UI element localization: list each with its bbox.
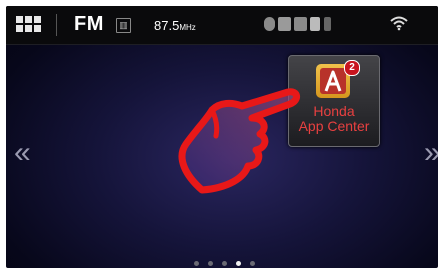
- app-label: Honda App Center: [289, 104, 379, 134]
- status-bar: FM ▥ 87.5MHz: [6, 6, 438, 45]
- honda-app-center-tile[interactable]: 2 Honda App Center: [288, 55, 380, 147]
- phone-icon: [310, 17, 320, 31]
- wifi-icon: [390, 16, 408, 31]
- app-label-line1: Honda: [313, 103, 355, 119]
- frequency-value: 87.5: [154, 18, 180, 33]
- message-icon: [278, 17, 291, 31]
- bluetooth-icon: [324, 17, 331, 31]
- page-dot[interactable]: [194, 261, 199, 266]
- notification-badge: 2: [344, 60, 360, 76]
- home-grid-icon[interactable]: [16, 16, 42, 34]
- frequency-readout: 87.5MHz: [154, 18, 196, 33]
- hd-radio-icon: ▥: [116, 18, 131, 33]
- infotainment-screen: FM ▥ 87.5MHz « » 2 Honda: [6, 6, 438, 268]
- divider: [56, 14, 57, 36]
- previous-page-arrow[interactable]: «: [14, 138, 31, 168]
- page-dot[interactable]: [208, 261, 213, 266]
- page-dot-active[interactable]: [236, 261, 241, 266]
- phone-battery-icon: [264, 17, 275, 31]
- next-page-arrow[interactable]: »: [424, 138, 438, 168]
- page-dot[interactable]: [222, 261, 227, 266]
- frequency-unit: MHz: [179, 23, 196, 32]
- app-label-line2: App Center: [298, 118, 370, 134]
- page-dot[interactable]: [250, 261, 255, 266]
- signal-icon: [294, 17, 307, 31]
- audio-source-label[interactable]: FM: [74, 13, 104, 36]
